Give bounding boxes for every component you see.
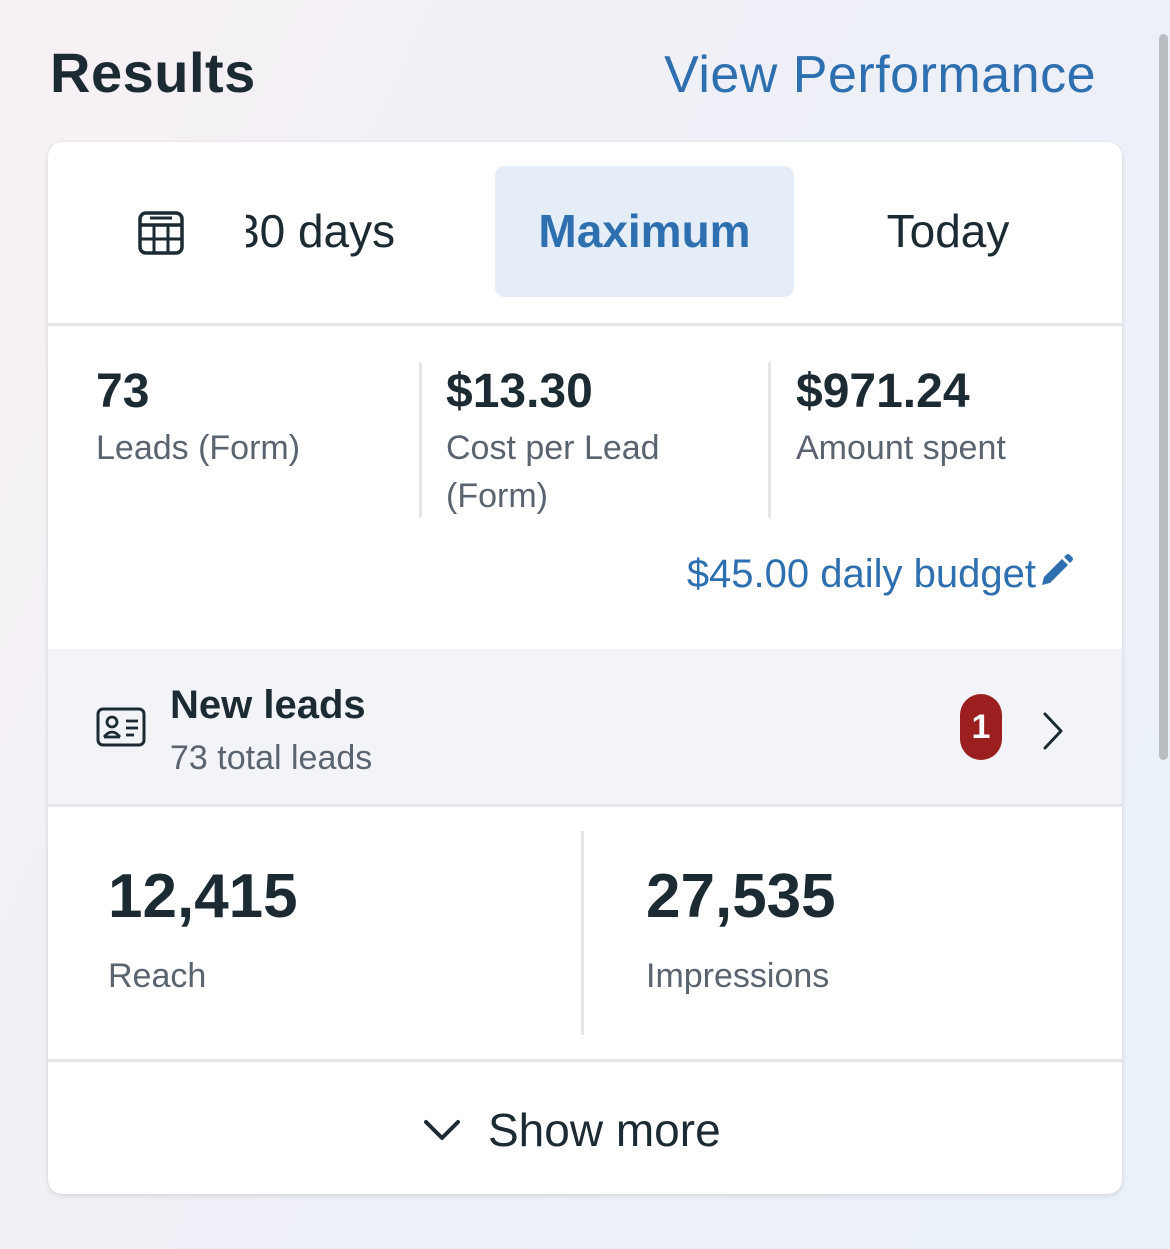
daily-budget-link[interactable]: $45.00 daily budget [687,546,1074,602]
scrollbar[interactable] [1159,34,1168,760]
metric-value: $971.24 [796,365,970,418]
new-leads-title: New leads [170,683,366,727]
stat-reach: 12,415 Reach [108,855,298,999]
contact-card-icon [96,707,146,747]
metric-amount-spent: $971.24 Amount spent [796,362,1096,472]
divider [581,831,584,1035]
metric-label: Amount spent [796,429,1006,467]
page-title: Results [50,41,256,104]
show-more-label: Show more [488,1104,721,1156]
new-leads-row[interactable]: New leads 73 total leads 1 [48,649,1122,807]
metric-value: $13.30 [446,365,593,418]
chevron-down-icon [424,1120,460,1140]
stat-value: 12,415 [108,862,298,931]
stat-impressions: 27,535 Impressions [646,855,836,999]
view-performance-link[interactable]: View Performance [664,40,1096,110]
daily-budget-label: $45.00 daily budget [686,552,1036,596]
tab-today[interactable]: Today [828,166,1068,297]
metric-cost-per-lead: $13.30 Cost per Lead (Form) [446,362,746,520]
summary-metrics: 73 Leads (Form) $13.30 Cost per Lead (Fo… [48,326,1122,646]
notification-badge: 1 [960,694,1002,760]
tab-maximum[interactable]: Maximum [495,166,794,297]
reach-impressions: 12,415 Reach 27,535 Impressions [48,807,1122,1062]
show-more-button[interactable]: Show more [48,1062,1122,1194]
divider [768,362,771,518]
date-range-selector: 30 days Maximum Today [48,142,1122,326]
pencil-icon [1042,554,1073,585]
divider [419,362,422,518]
metric-label: Leads (Form) [96,429,301,467]
show-more-content: Show more [422,1100,721,1160]
stat-label: Reach [108,957,207,995]
metric-label: Cost per Lead (Form) [446,429,660,515]
metric-leads: 73 Leads (Form) [96,362,396,472]
tab-30-days[interactable]: 30 days [246,166,476,297]
results-header: Results View Performance [50,38,1100,108]
total-leads-count: 73 total leads [170,739,373,777]
results-card: 30 days Maximum Today 73 Leads (Form) $1… [48,142,1122,1194]
metric-value: 73 [96,365,150,418]
stat-value: 27,535 [646,862,836,931]
calendar-icon[interactable] [137,209,185,257]
chevron-right-icon [1043,712,1063,750]
stat-label: Impressions [646,957,830,995]
